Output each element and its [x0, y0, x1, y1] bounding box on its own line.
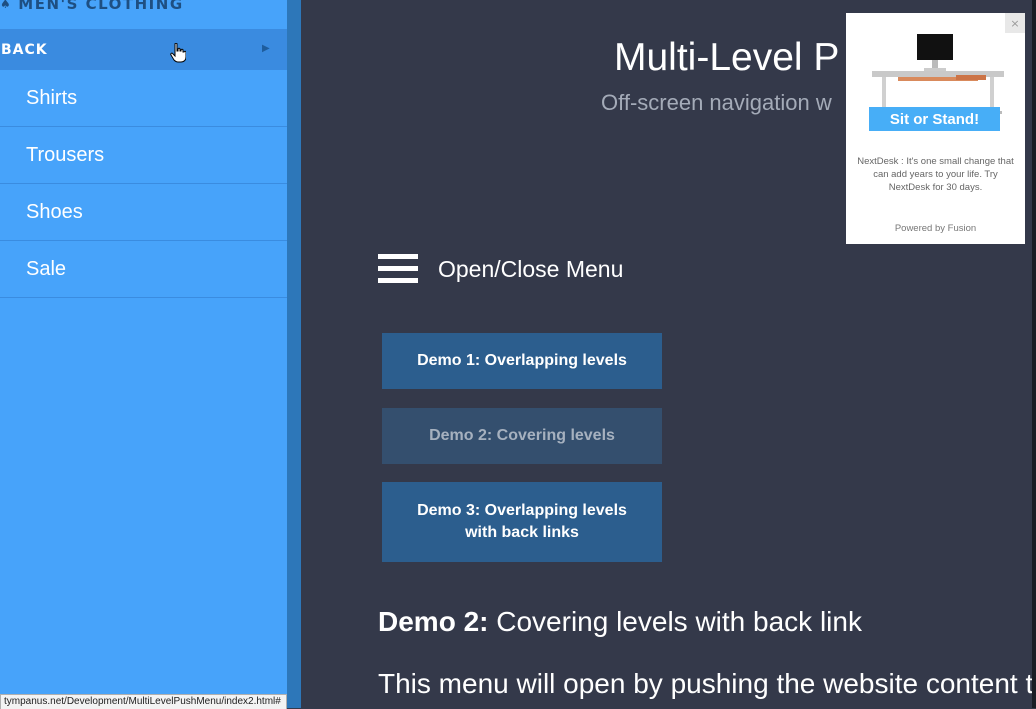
hamburger-icon: [378, 252, 418, 286]
standing-desk-image: [872, 34, 1004, 114]
menu-edge-strip: [287, 0, 301, 708]
menu-toggle-link[interactable]: Open/Close Menu: [378, 252, 623, 286]
sit-or-stand-button[interactable]: Sit or Stand!: [869, 107, 1000, 131]
demo-2-button[interactable]: Demo 2: Covering levels: [382, 408, 662, 464]
ad-banner[interactable]: × Sit or Stand! NextDesk : It's one smal…: [846, 13, 1025, 244]
clothing-icon: ♠: [0, 0, 13, 11]
intro-paragraph: This menu will open by pushing the websi…: [378, 668, 1034, 699]
push-menu: ♠ MEN'S CLOTHING BACK ▶ Shirts Trousers …: [0, 0, 287, 708]
ad-powered-by[interactable]: Powered by Fusion: [846, 223, 1025, 234]
menu-item-label: Sale: [26, 257, 67, 280]
back-link-label: BACK: [1, 41, 48, 58]
demo-3-label: Demo 3: Overlapping levels with back lin…: [417, 502, 627, 541]
page-title: Multi-Level P: [614, 36, 840, 79]
demo-1-button[interactable]: Demo 1: Overlapping levels: [382, 333, 662, 389]
ad-description: NextDesk : It's one small change that ca…: [857, 156, 1014, 193]
demo-1-label: Demo 1: Overlapping levels: [417, 352, 627, 369]
menu-toggle-label: Open/Close Menu: [438, 255, 624, 282]
section-heading-rest: Covering levels with back link: [488, 606, 862, 637]
back-link[interactable]: BACK ▶: [0, 29, 287, 70]
demo-3-button[interactable]: Demo 3: Overlapping levels with back lin…: [382, 482, 662, 562]
menu-item-label: Shoes: [26, 200, 83, 223]
menu-item-label: Trousers: [26, 143, 105, 166]
menu-list: Shirts Trousers Shoes Sale: [0, 70, 287, 298]
section-heading: Demo 2: Covering levels with back link: [378, 606, 862, 638]
menu-item-sale[interactable]: Sale: [0, 241, 287, 298]
close-icon[interactable]: ×: [1005, 13, 1025, 33]
window-edge: [1032, 0, 1036, 708]
menu-item-trousers[interactable]: Trousers: [0, 127, 287, 184]
menu-item-shoes[interactable]: Shoes: [0, 184, 287, 241]
status-bar-url: tympanus.net/Development/MultiLevelPushM…: [0, 694, 287, 709]
page-subtitle: Off-screen navigation w: [601, 90, 832, 115]
menu-level-title-text: MEN'S CLOTHING: [18, 0, 184, 13]
menu-item-label: Shirts: [26, 86, 78, 109]
arrow-right-icon: ▶: [262, 43, 271, 54]
section-heading-bold: Demo 2:: [378, 606, 489, 637]
demo-2-label: Demo 2: Covering levels: [429, 427, 615, 444]
menu-item-shirts[interactable]: Shirts: [0, 70, 287, 127]
hand-cursor-icon: [170, 43, 186, 63]
menu-level-title: ♠ MEN'S CLOTHING: [0, 0, 184, 16]
